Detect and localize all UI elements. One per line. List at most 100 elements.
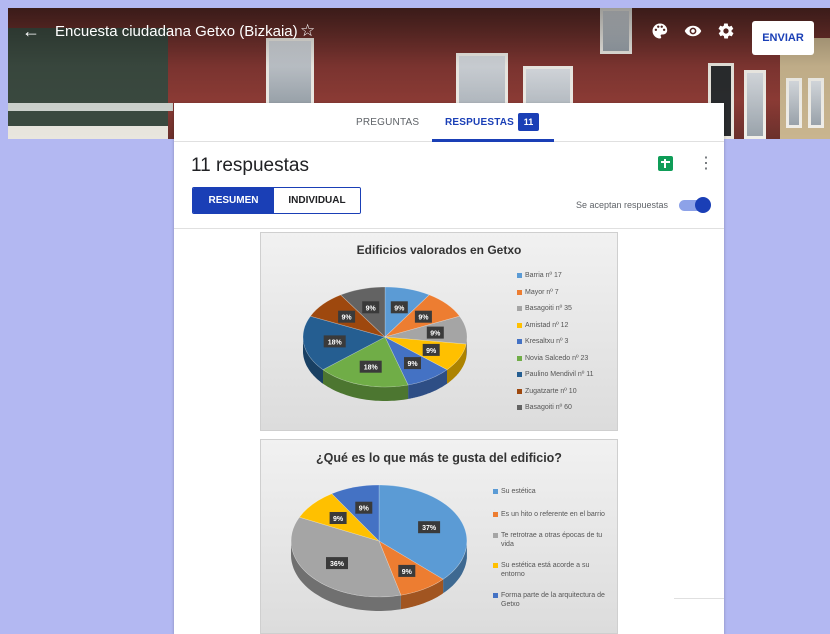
responses-count-badge: 11: [518, 113, 539, 131]
data-label: 9%: [362, 301, 380, 314]
send-button[interactable]: ENVIAR: [752, 21, 814, 55]
responses-title: 11 respuestas: [191, 155, 309, 176]
chart-legend: Barria nº 17 Mayor nº 7 Basagoiti nº 35 Ami…: [517, 271, 617, 420]
legend-swatch: [517, 405, 522, 410]
data-label: 9%: [338, 310, 356, 323]
palette-icon[interactable]: [651, 22, 669, 40]
data-label: 9%: [390, 301, 408, 314]
divider: [674, 598, 724, 599]
legend-swatch: [517, 388, 522, 394]
data-label: 37%: [418, 521, 441, 534]
legend-label: Novia Salcedo nº 23: [525, 354, 589, 362]
chart-title: Edificios valorados en Getxo: [356, 243, 522, 257]
pie-chart-likes: 37% 9% 36% 9% 9% ¿Qué es lo que más te gusta…: [260, 439, 618, 634]
legend-swatch: [517, 289, 522, 295]
svg-text:9%: 9%: [402, 569, 413, 576]
legend-swatch: [517, 273, 522, 278]
svg-text:37%: 37%: [422, 525, 437, 532]
gear-icon[interactable]: [717, 22, 735, 40]
legend-swatch: [517, 322, 522, 328]
pie-chart-buildings: 9% 9% 9% 9% 9% 18% 18% 9% 9% Edificios valorados…: [260, 232, 618, 431]
data-label: 18%: [359, 360, 382, 373]
data-label: 9%: [398, 564, 416, 577]
svg-text:36%: 36%: [330, 561, 345, 568]
legend-swatch: [493, 563, 498, 568]
tab-responses[interactable]: RESPUESTAS: [445, 117, 514, 128]
legend-swatch: [493, 533, 498, 538]
svg-text:9%: 9%: [394, 305, 405, 312]
svg-text:9%: 9%: [333, 516, 344, 523]
back-arrow-icon[interactable]: ←: [22, 21, 40, 42]
data-label: 9%: [404, 357, 421, 370]
data-label: 9%: [422, 343, 440, 356]
svg-text:9%: 9%: [430, 331, 441, 338]
legend-label: Basagoiti nº 35: [525, 305, 572, 312]
form-title[interactable]: Encuesta ciudadana Getxo (Bizkaia): [55, 23, 298, 40]
responses-card: PREGUNTAS RESPUESTAS 11 11 respuestas ⋮ …: [174, 103, 724, 634]
data-label: 9%: [426, 326, 444, 339]
legend-item: Amistad nº 12: [517, 321, 617, 338]
legend-label: Zugatzarte nº 10: [525, 387, 577, 395]
legend-item: Kresaltxu nº 3: [517, 337, 617, 354]
data-label: 9%: [329, 512, 347, 524]
data-label: 9%: [355, 501, 373, 514]
divider: [174, 228, 724, 229]
legend-item: Mayor nº 7: [517, 288, 617, 305]
data-label: 36%: [326, 557, 348, 570]
data-label: 9%: [414, 310, 432, 323]
more-vert-icon[interactable]: ⋮: [698, 153, 714, 173]
legend-swatch: [517, 355, 522, 361]
legend-item: Barria nº 17: [517, 271, 617, 288]
legend-label: Amistad nº 12: [525, 321, 569, 329]
legend-item: Zugatzarte nº 10: [517, 387, 617, 404]
legend-label: Te retrotrae a otras épocas de tu vida: [501, 532, 603, 548]
active-tab-indicator: [432, 139, 554, 142]
svg-text:9%: 9%: [342, 315, 353, 322]
legend-item: Forma parte de la arquitectura de Getxo: [493, 591, 615, 609]
svg-text:9%: 9%: [359, 506, 370, 513]
legend-swatch: [493, 489, 498, 494]
chart-title: ¿Qué es lo que más te gusta del edificio…: [316, 451, 562, 465]
toggle-knob[interactable]: [695, 197, 711, 213]
svg-text:18%: 18%: [328, 339, 343, 346]
legend-item: Su estética está acorde a su entorno: [493, 561, 615, 579]
tab-bar: PREGUNTAS RESPUESTAS 11: [174, 103, 724, 142]
view-toggle: RESUMEN INDIVIDUAL: [192, 187, 361, 214]
legend-label: Es un hito o referente en el barrio: [501, 511, 605, 518]
legend-swatch: [517, 306, 522, 311]
legend-swatch: [493, 593, 498, 598]
individual-tab-button[interactable]: INDIVIDUAL: [274, 188, 360, 213]
legend-item: Su estética: [493, 487, 615, 496]
summary-tab-button[interactable]: RESUMEN: [193, 188, 274, 213]
legend-label: Kresaltxu nº 3: [525, 338, 569, 345]
eye-icon[interactable]: [684, 22, 702, 40]
svg-text:9%: 9%: [407, 361, 418, 368]
legend-item: Paulino Mendivil nº 11: [517, 370, 617, 387]
legend-label: Su estética está acorde a su entorno: [501, 562, 590, 578]
header-bar: ← Encuesta ciudadana Getxo (Bizkaia) ☆ E…: [8, 8, 830, 58]
legend-item: Es un hito o referente en el barrio: [493, 510, 615, 519]
legend-label: Mayor nº 7: [525, 288, 559, 296]
legend-item: Basagoiti nº 35: [517, 304, 617, 321]
legend-item: Novia Salcedo nº 23: [517, 354, 617, 371]
svg-text:9%: 9%: [418, 315, 429, 322]
tab-questions[interactable]: PREGUNTAS: [356, 117, 419, 128]
star-icon[interactable]: ☆: [300, 21, 315, 41]
chart-legend: Su estética Es un hito o referente en el …: [493, 487, 615, 621]
sheets-icon[interactable]: [658, 156, 673, 171]
legend-item: Te retrotrae a otras épocas de tu vida: [493, 531, 615, 549]
svg-text:18%: 18%: [364, 365, 379, 372]
legend-label: Su estética: [501, 488, 536, 495]
svg-text:9%: 9%: [366, 305, 377, 312]
svg-text:9%: 9%: [426, 348, 437, 355]
legend-item: Basagoiti nº 60: [517, 403, 617, 420]
legend-label: Basagoiti nº 60: [525, 404, 572, 411]
legend-label: Paulino Mendivil nº 11: [525, 371, 594, 378]
accepting-responses-label: Se aceptan respuestas: [576, 200, 669, 210]
legend-label: Forma parte de la arquitectura de Getxo: [501, 592, 605, 608]
legend-swatch: [517, 372, 522, 377]
legend-swatch: [493, 512, 498, 517]
data-label: 18%: [323, 335, 346, 348]
legend-swatch: [517, 339, 522, 344]
legend-label: Barria nº 17: [525, 272, 562, 279]
